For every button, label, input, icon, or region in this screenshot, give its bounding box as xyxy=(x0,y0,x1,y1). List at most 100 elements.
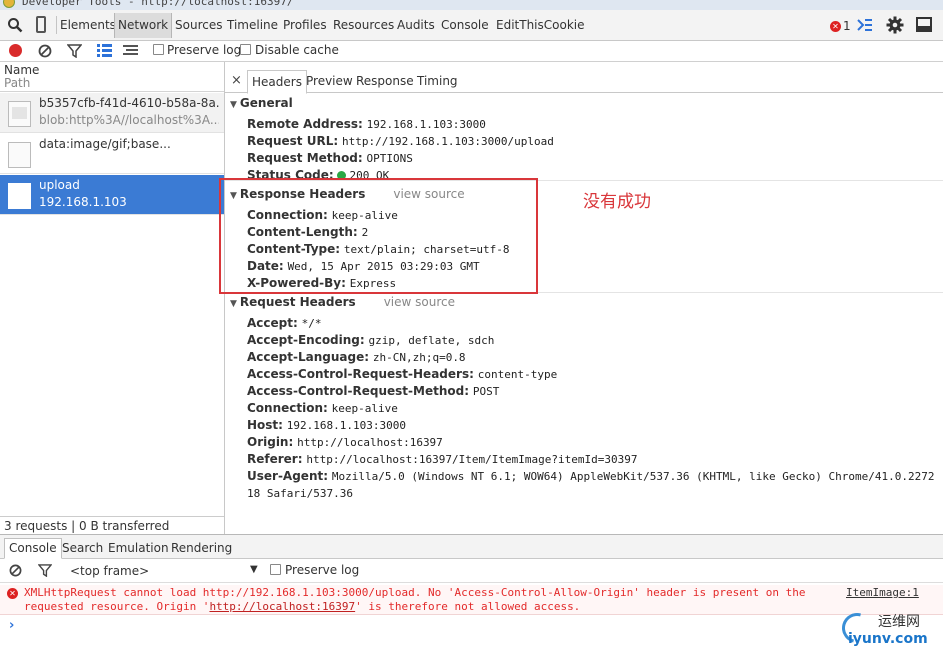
record-button[interactable] xyxy=(9,44,22,57)
section-title: General xyxy=(239,96,293,110)
request-list-panel: Name Path b5357cfb-f41d-4610-b58a-8a... … xyxy=(0,62,225,534)
tab-editthiscookie[interactable]: EditThisCookie xyxy=(496,18,585,32)
error-source-link[interactable]: ItemImage:1 xyxy=(846,586,919,599)
tab-timeline[interactable]: Timeline xyxy=(227,18,278,32)
tab-resources[interactable]: Resources xyxy=(333,18,394,32)
error-count: 1 xyxy=(843,19,851,33)
error-icon: ✕ xyxy=(7,588,18,599)
request-headers-section-toggle[interactable]: ▼ Request Headers view source xyxy=(230,295,455,309)
drawer-tab-rendering[interactable]: Rendering xyxy=(171,541,232,555)
device-mode-icon[interactable] xyxy=(36,16,46,33)
disable-cache-label: Disable cache xyxy=(255,43,339,57)
overview-icon[interactable] xyxy=(123,44,138,57)
request-row[interactable]: b5357cfb-f41d-4610-b58a-8a... blob:http%… xyxy=(0,93,224,133)
large-rows-icon[interactable] xyxy=(97,44,112,57)
window-titlebar: Developer Tools - http://localhost:16397… xyxy=(0,0,943,10)
request-name: upload xyxy=(39,178,80,192)
tab-profiles[interactable]: Profiles xyxy=(283,18,327,32)
header-row: Accept: */* xyxy=(247,316,322,330)
search-icon[interactable] xyxy=(7,17,23,33)
header-row: Access-Control-Request-Headers: content-… xyxy=(247,367,558,381)
annotation-highlight-box xyxy=(219,178,538,294)
general-section-toggle[interactable]: ▼ General xyxy=(230,96,293,110)
header-row: Accept-Language: zh-CN,zh;q=0.8 xyxy=(247,350,466,364)
frame-context-select[interactable]: <top frame> xyxy=(70,564,149,578)
tab-console[interactable]: Console xyxy=(441,18,489,32)
header-row: Remote Address: 192.168.1.103:3000 xyxy=(247,117,486,131)
clear-console-icon[interactable] xyxy=(9,564,22,577)
tab-response[interactable]: Response xyxy=(356,74,414,88)
clear-icon[interactable] xyxy=(38,44,52,58)
watermark-domain: iyunv.com xyxy=(848,631,928,647)
annotation-note: 没有成功 xyxy=(583,192,651,212)
site-watermark: 运维网 iyunv.com xyxy=(836,607,943,655)
header-row: Referer: http://localhost:16397/Item/Ite… xyxy=(247,452,638,466)
header-row: Request URL: http://192.168.1.103:3000/u… xyxy=(247,134,554,148)
preserve-log-checkbox[interactable] xyxy=(153,44,164,55)
tab-audits[interactable]: Audits xyxy=(397,18,435,32)
expand-triangle-icon: ▼ xyxy=(230,299,237,309)
filter-icon[interactable] xyxy=(67,44,82,58)
origin-link[interactable]: http://localhost:16397 xyxy=(209,600,355,613)
close-icon[interactable]: × xyxy=(231,73,242,88)
tab-network[interactable]: Network xyxy=(114,13,173,38)
column-path-header: Path xyxy=(4,76,31,90)
watermark-title: 运维网 xyxy=(878,614,920,630)
request-row[interactable]: data:image/gif;base... xyxy=(0,134,224,174)
network-summary: 3 requests | 0 B transferred xyxy=(0,516,224,534)
drawer-tab-console[interactable]: Console xyxy=(4,538,62,559)
devtools-main-toolbar: Elements Network Sources Timeline Profil… xyxy=(0,10,943,41)
console-drawer: Console Search Emulation Rendering <top … xyxy=(0,534,943,655)
tab-preview[interactable]: Preview xyxy=(306,74,353,88)
error-text: XMLHttpRequest cannot load http://192.16… xyxy=(24,586,806,613)
tab-sources[interactable]: Sources xyxy=(175,18,222,32)
header-row: Access-Control-Request-Method: POST xyxy=(247,384,500,398)
request-list-header[interactable]: Name Path xyxy=(0,62,224,92)
tab-elements[interactable]: Elements xyxy=(60,18,116,32)
gear-icon[interactable] xyxy=(886,16,904,34)
file-icon xyxy=(8,101,31,127)
filter-icon[interactable] xyxy=(38,564,52,577)
drawer-tab-search[interactable]: Search xyxy=(62,541,103,555)
error-count-badge[interactable]: ✕ 1 xyxy=(830,19,851,33)
file-icon xyxy=(8,142,31,168)
request-row-selected[interactable]: upload 192.168.1.103 xyxy=(0,175,224,215)
expand-triangle-icon: ▼ xyxy=(230,100,237,110)
network-toolbar: Preserve log Disable cache xyxy=(0,41,943,62)
header-row: Origin: http://localhost:16397 xyxy=(247,435,443,449)
toolbar-divider xyxy=(56,16,57,34)
chevron-down-icon[interactable]: ▼ xyxy=(250,564,258,575)
show-drawer-icon[interactable] xyxy=(857,17,873,33)
header-row: User-Agent: Mozilla/5.0 (Windows NT 6.1;… xyxy=(247,469,937,483)
console-toolbar: <top frame> ▼ Preserve log xyxy=(0,559,943,583)
error-icon: ✕ xyxy=(830,20,841,32)
drawer-tab-emulation[interactable]: Emulation xyxy=(108,541,169,555)
drawer-tabs: Console Search Emulation Rendering xyxy=(0,535,943,559)
file-icon xyxy=(8,183,31,209)
tab-timing[interactable]: Timing xyxy=(417,74,458,88)
detail-tabs: × Headers Preview Response Timing xyxy=(225,70,943,94)
header-row: Accept-Encoding: gzip, deflate, sdch xyxy=(247,333,495,347)
disable-cache-checkbox[interactable] xyxy=(240,44,251,55)
column-name-header: Name xyxy=(4,63,40,77)
header-row: Host: 192.168.1.103:3000 xyxy=(247,418,407,432)
console-error-message: ✕ XMLHttpRequest cannot load http://192.… xyxy=(0,585,943,615)
header-row: Connection: keep-alive xyxy=(247,401,398,415)
request-path: blob:http%3A//localhost%3A... xyxy=(39,113,219,127)
request-path: 192.168.1.103 xyxy=(39,195,127,209)
window-title: Developer Tools - http://localhost:16397… xyxy=(22,0,294,8)
console-prompt[interactable]: › xyxy=(9,618,14,633)
console-preserve-log-label: Preserve log xyxy=(285,563,360,577)
header-row-continuation: 18 Safari/537.36 xyxy=(247,487,353,500)
request-name: data:image/gif;base... xyxy=(39,137,171,151)
view-source-link[interactable]: view source xyxy=(384,295,455,309)
console-preserve-log-checkbox[interactable] xyxy=(270,564,281,575)
request-detail-panel: × Headers Preview Response Timing ▼ Gener… xyxy=(225,62,943,534)
header-row: Request Method: OPTIONS xyxy=(247,151,413,165)
request-name: b5357cfb-f41d-4610-b58a-8a... xyxy=(39,96,219,110)
chrome-icon xyxy=(3,0,15,8)
section-title: Request Headers xyxy=(239,295,356,309)
preserve-log-label: Preserve log xyxy=(167,43,242,57)
dock-side-icon[interactable] xyxy=(916,17,932,32)
tab-headers[interactable]: Headers xyxy=(247,70,307,94)
